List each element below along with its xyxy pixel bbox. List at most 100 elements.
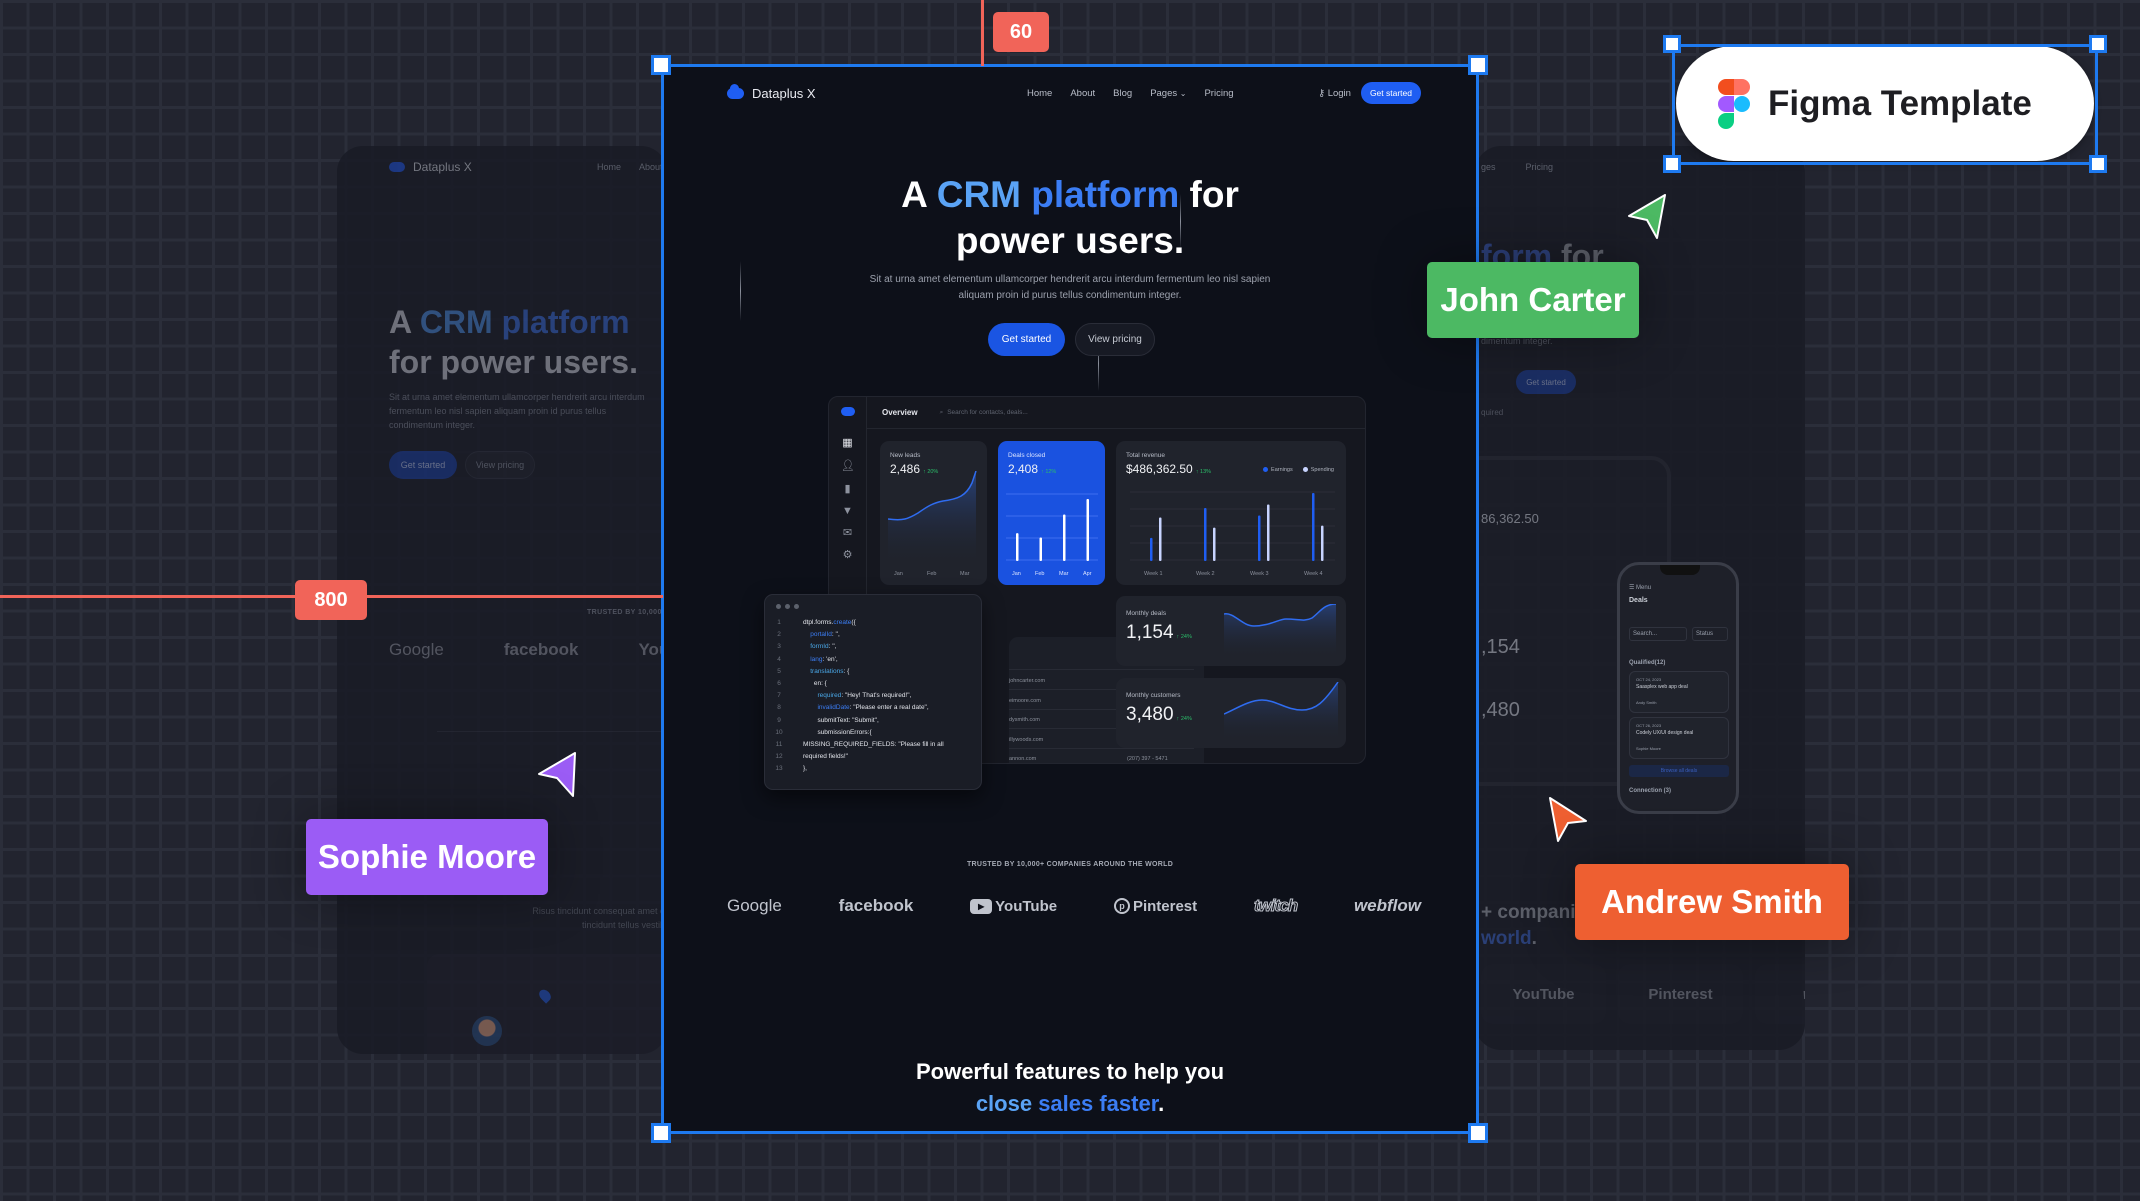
resize-handle-top-left[interactable] [651,55,671,75]
new-leads-area [888,471,976,566]
spending-bar-week-3 [1267,504,1270,561]
figma-logo-icon [1718,78,1750,129]
nav-pages[interactable]: Pages ⌄ [1150,88,1186,99]
figma-template-label: Figma Template [1768,83,2032,123]
nav-pricing[interactable]: Pricing [1204,88,1233,99]
cursor-arrow-icon-orange [1549,797,1587,842]
ghost-right-get-started: Get started [1516,370,1576,394]
youtube-logo-card: YouTube [1481,964,1606,1024]
table-row[interactable]: annon.com (207) 397 - 5471 [1009,749,1194,763]
code-text: formId: '', [810,643,837,651]
resize-handle[interactable] [2089,35,2107,53]
line-number: 13 [775,765,783,773]
dashboard-search[interactable]: ⌕ Search for contacts, deals... [940,409,1028,417]
divider [437,731,667,732]
earnings-bar-week-2 [1204,507,1207,561]
hero-view-pricing-button[interactable]: View pricing [1075,323,1155,356]
facebook-logo: facebook [838,896,914,915]
contact-email: eimoore.com [1009,697,1041,704]
ghost-right-monthly-deals: ,154 [1481,636,1520,658]
revenue-legend: Earnings Spending [1263,467,1334,473]
x-tick: Jan [894,571,903,577]
code-text: required fields!" [803,753,848,761]
resize-handle[interactable] [1663,35,1681,53]
legend-spending: Spending [1302,467,1334,473]
pinterest-icon: p [1113,898,1130,914]
earnings-bar-week-3 [1258,515,1261,561]
phone-qualified: Qualified(12) [1629,660,1666,666]
new-leads-area-chart [888,471,977,566]
ghost-right-monthly-customers: ,480 [1481,699,1520,721]
nav-home[interactable]: Home [1027,88,1052,99]
tab-overview[interactable]: Overview [882,408,918,417]
site-navbar: Dataplus X Home About Blog Pages ⌄ Prici… [727,80,1421,106]
landing-page-frame[interactable]: Dataplus X Home About Blog Pages ⌄ Prici… [663,66,1477,1132]
filter-icon[interactable]: ▼ [841,505,854,518]
contact-phone: (207) 397 - 5471 [1127,756,1168,762]
login-link[interactable]: ⚷ Login [1318,88,1351,99]
code-text: portalId: '', [810,631,840,639]
cloud-logo-icon [841,407,855,416]
code-text: MISSING_REQUIRED_FIELDS: "Please fill in… [803,741,944,748]
google-logo: Google [389,640,444,659]
spending-bar-week-2 [1213,527,1216,561]
user-icon[interactable]: 👤︎ [841,460,855,473]
new-leads-card: New leads 2,486 ↑ 20% Jan Feb Mar [880,441,987,585]
deals-bar-mar [1063,514,1066,561]
ghost-left-get-started: Get started [389,451,457,479]
code-text: lang: 'en', [810,655,838,663]
trusted-caption: TRUSTED BY 10,000+ COMPANIES AROUND THE … [966,861,1174,868]
ghost-left-logo: Dataplus X [389,160,472,174]
phone-status-select: Status [1692,627,1728,641]
chevron-down-icon: ⌄ [1179,88,1187,98]
line-number: 2 [777,631,781,639]
monthly-deals-sparkline [1224,604,1337,659]
webflow-logo-card: web [1755,964,1805,1024]
key-icon: ⚷ [1318,87,1326,99]
code-text: required: "Hey! That's required!", [817,692,912,700]
monthly-deals-value: 1,154 ↑ 24% [1126,622,1192,643]
nav-blog[interactable]: Blog [1113,88,1132,99]
line-number: 3 [777,643,781,651]
resize-handle-bottom-right[interactable] [1468,1123,1488,1143]
hero-get-started-button[interactable]: Get started [988,323,1065,356]
code-text: en: { [803,680,827,687]
total-revenue-label: Total revenue [1126,452,1166,459]
x-tick: Week 1 [1144,571,1163,577]
code-text: }, [803,765,807,773]
ghost-left-subtitle: Sit at urna amet elementum ullamcorper h… [389,392,645,430]
earnings-bar-week-4 [1312,493,1315,561]
decor-line [740,261,741,321]
grid-icon[interactable]: ▦ [841,437,854,450]
cloud-logo-icon [389,162,405,172]
nav-about[interactable]: About [1070,88,1095,99]
measure-line-vertical [981,0,984,66]
phone-deal-card: OCT 26, 2023 Codely UX/UI design deal So… [1629,717,1729,759]
cursor-arrow-icon-purple [538,752,576,797]
ghost-left-trusted: TRUSTED BY 10,000+ [587,609,667,616]
x-tick: Week 3 [1250,571,1269,577]
line-number: 5 [777,667,781,675]
features-heading: Powerful features to help you close sales… [915,1059,1225,1116]
x-tick: Feb [1035,571,1045,577]
google-logo: Google [727,896,782,915]
revenue-bar-chart [1130,491,1335,561]
mail-icon[interactable]: ✉ [841,527,854,540]
phone-title: Deals [1629,597,1648,604]
bar-chart-icon[interactable]: ▮ [841,483,854,496]
nav-get-started-button[interactable]: Get started [1360,82,1421,104]
collaborator-tag-andrew-smith: Andrew Smith [1575,864,1849,940]
gear-icon[interactable]: ⚙ [841,549,854,562]
facebook-logo: facebook [503,640,579,659]
resize-handle[interactable] [2089,155,2107,173]
play-icon: ▶ [970,898,993,914]
ghost-right-nav-pages: ges [1481,162,1496,172]
resize-handle-bottom-left[interactable] [651,1123,671,1143]
resize-handle[interactable] [1663,155,1681,173]
ghost-left-section-sub: Risus tincidunt consequat amet cras tinc… [532,906,667,930]
resize-handle-top-right[interactable] [1468,55,1488,75]
site-logo[interactable]: Dataplus X [727,83,816,101]
figma-template-badge[interactable]: Figma Template [1676,46,2094,161]
company-logos: Google facebook ▶ YouTube p Pinterest twit… [727,896,1421,916]
line-number: 6 [777,680,781,687]
